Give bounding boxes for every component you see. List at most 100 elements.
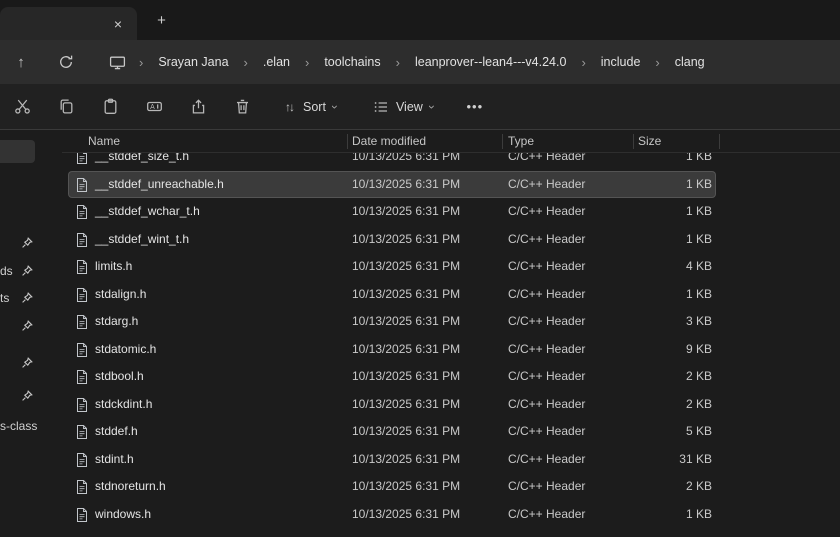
file-name: stdbool.h: [95, 363, 144, 391]
rename-button[interactable]: A: [137, 90, 171, 124]
pin-icon: [21, 237, 33, 249]
header-file-icon: [75, 479, 89, 495]
column-divider[interactable]: [719, 134, 720, 149]
file-type: C/C++ Header: [508, 446, 585, 474]
breadcrumb-item[interactable]: toolchains: [316, 49, 388, 75]
view-icon: [373, 99, 389, 115]
new-tab-button[interactable]: +: [149, 8, 174, 33]
file-name: __stddef_wint_t.h: [95, 226, 189, 254]
sidebar-item[interactable]: [0, 353, 44, 373]
pin-icon: [21, 357, 33, 369]
delete-button[interactable]: [225, 90, 259, 124]
file-name: limits.h: [95, 253, 132, 281]
this-pc-icon[interactable]: [102, 47, 132, 77]
sidebar-item[interactable]: [0, 316, 44, 336]
column-header-size[interactable]: Size: [638, 130, 661, 152]
share-button[interactable]: [181, 90, 215, 124]
file-name: stddef.h: [95, 418, 138, 446]
file-name: stdckdint.h: [95, 391, 152, 419]
pin-icon: [21, 320, 33, 332]
breadcrumb-item[interactable]: include: [593, 49, 649, 75]
sidebar-item[interactable]: ts: [0, 288, 44, 308]
content-area: ds ts: [0, 130, 840, 537]
sort-dropdown[interactable]: ↑↓ Sort ›: [275, 91, 347, 123]
header-file-icon: [75, 424, 89, 440]
cut-icon: [14, 98, 31, 115]
column-divider[interactable]: [347, 134, 348, 149]
file-name: stdint.h: [95, 446, 134, 474]
see-more-button[interactable]: •••: [458, 90, 492, 124]
file-size: 1 KB: [608, 226, 712, 254]
column-header-date-modified[interactable]: Date modified: [352, 130, 426, 152]
file-type: C/C++ Header: [508, 501, 585, 529]
file-row[interactable]: stdnoreturn.h 10/13/2025 6:31 PM C/C++ H…: [68, 473, 716, 501]
column-divider[interactable]: [633, 134, 634, 149]
tab-close-icon[interactable]: ×: [107, 13, 129, 35]
copy-icon: [58, 98, 75, 115]
column-header-name[interactable]: Name: [88, 130, 120, 152]
view-dropdown[interactable]: View ›: [363, 91, 444, 123]
file-row[interactable]: windows.h 10/13/2025 6:31 PM C/C++ Heade…: [68, 501, 716, 529]
sidebar-item[interactable]: ds: [0, 261, 44, 281]
breadcrumb-item[interactable]: leanprover--lean4---v4.24.0: [407, 49, 574, 75]
header-file-icon: [75, 232, 89, 248]
file-type: C/C++ Header: [508, 198, 585, 226]
file-size: 2 KB: [608, 391, 712, 419]
file-row[interactable]: limits.h 10/13/2025 6:31 PM C/C++ Header…: [68, 253, 716, 281]
breadcrumb-chevron-icon: ›: [237, 55, 255, 70]
cut-button[interactable]: [5, 90, 39, 124]
file-name: windows.h: [95, 501, 151, 529]
sidebar-item-label: ts: [0, 291, 9, 305]
file-row[interactable]: stdint.h 10/13/2025 6:31 PM C/C++ Header…: [68, 446, 716, 474]
sidebar-item[interactable]: [0, 386, 44, 406]
file-row[interactable]: __stddef_unreachable.h 10/13/2025 6:31 P…: [68, 171, 716, 199]
file-row[interactable]: stdatomic.h 10/13/2025 6:31 PM C/C++ Hea…: [68, 336, 716, 364]
file-row[interactable]: __stddef_wchar_t.h 10/13/2025 6:31 PM C/…: [68, 198, 716, 226]
view-label: View: [396, 100, 423, 114]
file-date-modified: 10/13/2025 6:31 PM: [352, 198, 460, 226]
file-row[interactable]: stdarg.h 10/13/2025 6:31 PM C/C++ Header…: [68, 308, 716, 336]
breadcrumb-item[interactable]: Srayan Jana: [150, 49, 236, 75]
column-divider[interactable]: [502, 134, 503, 149]
file-name: stdalign.h: [95, 281, 146, 309]
file-row[interactable]: stdbool.h 10/13/2025 6:31 PM C/C++ Heade…: [68, 363, 716, 391]
header-file-icon: [75, 259, 89, 275]
file-row[interactable]: stdckdint.h 10/13/2025 6:31 PM C/C++ Hea…: [68, 391, 716, 419]
copy-button[interactable]: [49, 90, 83, 124]
file-row[interactable]: stdalign.h 10/13/2025 6:31 PM C/C++ Head…: [68, 281, 716, 309]
sidebar-items: ds ts: [0, 130, 62, 537]
file-type: C/C++ Header: [508, 418, 585, 446]
header-file-icon: [75, 342, 89, 358]
pin-icon: [21, 292, 33, 304]
refresh-button[interactable]: [50, 46, 82, 78]
file-date-modified: 10/13/2025 6:31 PM: [352, 336, 460, 364]
explorer-tab[interactable]: ×: [0, 7, 137, 40]
command-toolbar: A ↑↓ Sort ›: [0, 84, 840, 130]
file-date-modified: 10/13/2025 6:31 PM: [352, 281, 460, 309]
breadcrumb-item[interactable]: clang: [667, 49, 713, 75]
up-button[interactable]: ↑: [5, 46, 37, 78]
sidebar-item[interactable]: [0, 233, 44, 253]
file-date-modified: 10/13/2025 6:31 PM: [352, 308, 460, 336]
file-name: __stddef_unreachable.h: [95, 171, 224, 199]
breadcrumb-item[interactable]: .elan: [255, 49, 298, 75]
breadcrumb-chevron-icon: ›: [648, 55, 666, 70]
sidebar-item[interactable]: s-class: [0, 416, 44, 436]
file-list: __stddef_size_t.h 10/13/2025 6:31 PM C/C…: [62, 143, 840, 537]
file-date-modified: 10/13/2025 6:31 PM: [352, 226, 460, 254]
titlebar: × +: [0, 0, 840, 40]
address-bar[interactable]: › Srayan Jana›.elan›toolchains›leanprove…: [102, 45, 840, 79]
file-type: C/C++ Header: [508, 391, 585, 419]
file-row[interactable]: __stddef_wint_t.h 10/13/2025 6:31 PM C/C…: [68, 226, 716, 254]
column-header-type[interactable]: Type: [508, 130, 534, 152]
file-row[interactable]: stddef.h 10/13/2025 6:31 PM C/C++ Header…: [68, 418, 716, 446]
file-name: __stddef_wchar_t.h: [95, 198, 200, 226]
file-name: stdatomic.h: [95, 336, 156, 364]
chevron-down-icon: ›: [328, 105, 342, 109]
file-size: 1 KB: [608, 198, 712, 226]
file-size: 9 KB: [608, 336, 712, 364]
paste-button[interactable]: [93, 90, 127, 124]
file-date-modified: 10/13/2025 6:31 PM: [352, 473, 460, 501]
file-size: 3 KB: [608, 308, 712, 336]
svg-text:A: A: [150, 104, 155, 111]
